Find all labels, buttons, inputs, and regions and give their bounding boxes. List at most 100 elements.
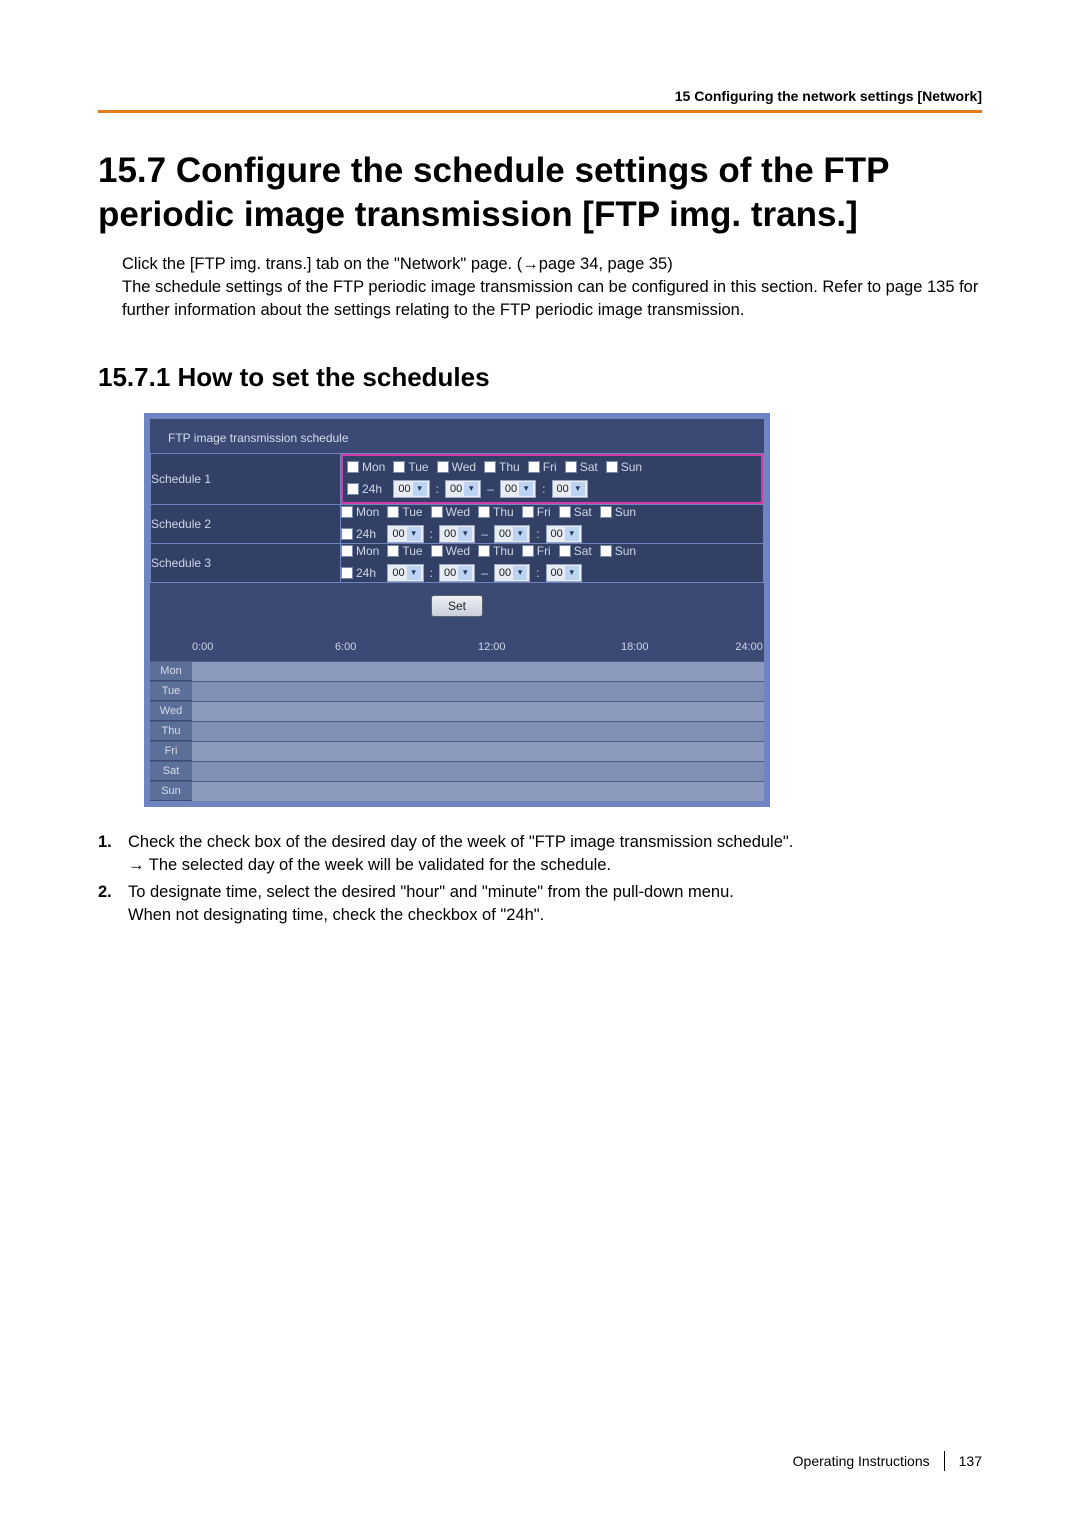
timeline-row-tue: Tue	[150, 681, 764, 701]
timeline-row-wed: Wed	[150, 701, 764, 721]
schedule-1-day-mon[interactable]: Mon	[347, 460, 385, 474]
schedule-3-day-sat[interactable]: Sat	[559, 544, 592, 558]
subsection-title: 15.7.1 How to set the schedules	[98, 362, 982, 393]
timeline-bar	[192, 661, 764, 681]
timeline-bar	[192, 681, 764, 701]
schedule-3-start-min[interactable]: 00▾	[439, 564, 475, 582]
checkbox-icon	[387, 545, 399, 557]
schedule-2-start-min[interactable]: 00▾	[439, 525, 475, 543]
schedule-3-24h[interactable]: 24h	[341, 566, 376, 580]
chevron-down-icon: ▾	[413, 482, 427, 496]
checkbox-icon	[522, 545, 534, 557]
schedule-3-day-fri[interactable]: Fri	[522, 544, 551, 558]
schedule-1-day-thu[interactable]: Thu	[484, 460, 520, 474]
checkbox-icon	[478, 506, 490, 518]
schedule-1-day-wed[interactable]: Wed	[437, 460, 476, 474]
chevron-down-icon: ▾	[519, 482, 533, 496]
timeline-day-label: Tue	[150, 681, 192, 700]
checkbox-icon	[431, 506, 443, 518]
schedule-2-day-sat[interactable]: Sat	[559, 505, 592, 519]
checkbox-icon	[347, 461, 359, 473]
instruction-1-text: Check the check box of the desired day o…	[128, 831, 982, 854]
schedule-3-day-sun[interactable]: Sun	[600, 544, 636, 558]
schedule-3-day-mon[interactable]: Mon	[341, 544, 379, 558]
schedule-2-label: Schedule 2	[151, 504, 341, 543]
checkbox-icon	[393, 461, 405, 473]
instruction-2-sub: When not designating time, check the che…	[128, 904, 982, 927]
dash-separator: –	[485, 482, 496, 496]
schedule-3-day-tue[interactable]: Tue	[387, 544, 422, 558]
schedule-2-24h[interactable]: 24h	[341, 527, 376, 541]
intro-paragraph: Click the [FTP img. trans.] tab on the "…	[122, 253, 982, 322]
schedule-3-end-hour[interactable]: 00▾	[494, 564, 530, 582]
chevron-down-icon: ▾	[513, 566, 527, 580]
timeline-bar	[192, 761, 764, 781]
schedule-1-start-min[interactable]: 00▾	[445, 480, 481, 498]
instruction-list: 1. Check the check box of the desired da…	[98, 831, 982, 927]
timeline-tick: 12:00	[478, 641, 621, 653]
schedule-3-end-min[interactable]: 00▾	[546, 564, 582, 582]
checkbox-icon	[341, 567, 353, 579]
dash-separator: –	[479, 527, 490, 541]
instruction-2-text: To designate time, select the desired "h…	[128, 881, 982, 904]
schedule-2-day-sun[interactable]: Sun	[600, 505, 636, 519]
timeline-day-label: Sat	[150, 761, 192, 780]
schedule-2-day-thu[interactable]: Thu	[478, 505, 514, 519]
header-divider	[98, 110, 982, 113]
schedule-1-end-hour[interactable]: 00▾	[500, 480, 536, 498]
schedule-1-day-fri[interactable]: Fri	[528, 460, 557, 474]
checkbox-icon	[387, 506, 399, 518]
schedule-1-day-tue[interactable]: Tue	[393, 460, 428, 474]
dash-separator: –	[479, 566, 490, 580]
schedule-1-day-sun[interactable]: Sun	[606, 460, 642, 474]
colon-separator: :	[540, 482, 547, 496]
schedule-3-day-wed[interactable]: Wed	[431, 544, 470, 558]
schedule-1-day-sat[interactable]: Sat	[565, 460, 598, 474]
schedule-2-day-tue[interactable]: Tue	[387, 505, 422, 519]
timeline-bar	[192, 721, 764, 741]
timeline-tick: 0:00	[192, 641, 335, 653]
schedule-1-start-hour[interactable]: 00▾	[393, 480, 429, 498]
schedule-1-label: Schedule 1	[151, 453, 341, 504]
checkbox-icon	[484, 461, 496, 473]
checkbox-icon	[341, 545, 353, 557]
timeline-day-label: Wed	[150, 701, 192, 720]
colon-separator: :	[428, 527, 435, 541]
checkbox-icon	[341, 528, 353, 540]
instruction-1-number: 1.	[98, 831, 128, 877]
checkbox-icon	[528, 461, 540, 473]
checkbox-icon	[347, 483, 359, 495]
page-header-breadcrumb: 15 Configuring the network settings [Net…	[98, 88, 982, 110]
instruction-2-number: 2.	[98, 881, 128, 927]
checkbox-icon	[437, 461, 449, 473]
timeline-tick: 6:00	[335, 641, 478, 653]
timeline-bar	[192, 781, 764, 801]
colon-separator: :	[434, 482, 441, 496]
page-footer: Operating Instructions 137	[793, 1451, 982, 1471]
checkbox-icon	[600, 545, 612, 557]
schedule-2-day-wed[interactable]: Wed	[431, 505, 470, 519]
schedule-2-start-hour[interactable]: 00▾	[387, 525, 423, 543]
schedule-panel-title: FTP image transmission schedule	[150, 419, 764, 453]
schedule-2-day-mon[interactable]: Mon	[341, 505, 379, 519]
schedule-3-day-thu[interactable]: Thu	[478, 544, 514, 558]
footer-label: Operating Instructions	[793, 1453, 930, 1469]
schedule-1-end-min[interactable]: 00▾	[552, 480, 588, 498]
set-button[interactable]: Set	[431, 595, 483, 617]
schedule-table: Schedule 1 Mon Tue Wed Thu Fri Sat Sun	[150, 453, 764, 583]
timeline-bar	[192, 741, 764, 761]
schedule-3-start-hour[interactable]: 00▾	[387, 564, 423, 582]
timeline-row-fri: Fri	[150, 741, 764, 761]
chevron-down-icon: ▾	[458, 527, 472, 541]
schedule-2-day-fri[interactable]: Fri	[522, 505, 551, 519]
schedule-panel: FTP image transmission schedule Schedule…	[144, 413, 770, 807]
colon-separator: :	[534, 566, 541, 580]
checkbox-icon	[341, 506, 353, 518]
colon-separator: :	[428, 566, 435, 580]
chevron-down-icon: ▾	[513, 527, 527, 541]
checkbox-icon	[522, 506, 534, 518]
checkbox-icon	[606, 461, 618, 473]
schedule-2-end-hour[interactable]: 00▾	[494, 525, 530, 543]
schedule-2-end-min[interactable]: 00▾	[546, 525, 582, 543]
schedule-1-24h[interactable]: 24h	[347, 482, 382, 496]
